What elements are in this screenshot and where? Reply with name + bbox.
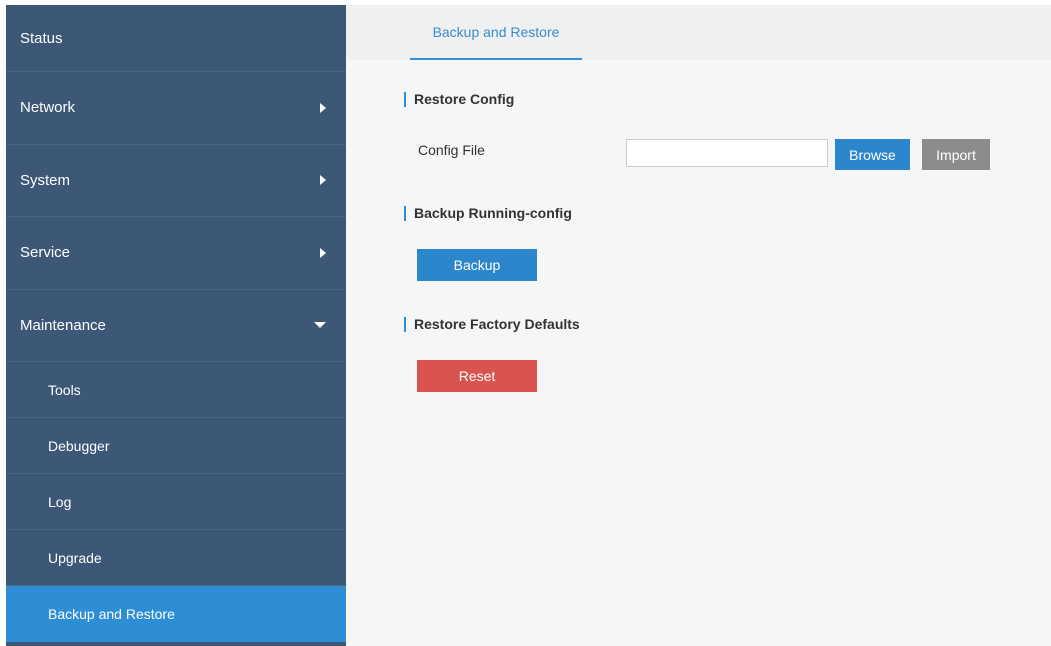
sidebar-subitem-label: Log — [48, 493, 72, 510]
chevron-right-icon — [320, 102, 326, 113]
sidebar-item-label: Status — [20, 29, 63, 47]
chevron-right-icon — [320, 247, 326, 258]
config-file-label: Config File — [418, 142, 485, 158]
sidebar-item-label: Service — [20, 244, 71, 262]
sidebar: Status Network System Service Maintenanc… — [6, 5, 346, 646]
chevron-down-icon — [314, 322, 326, 329]
sidebar-subitem-upgrade[interactable]: Upgrade — [6, 530, 346, 586]
sidebar-item-network[interactable]: Network — [6, 72, 346, 145]
sidebar-subitem-log[interactable]: Log — [6, 474, 346, 530]
sidebar-subitem-label: Backup and Restore — [48, 606, 175, 622]
sidebar-subitem-tools[interactable]: Tools — [6, 362, 346, 418]
import-button[interactable]: Import — [922, 139, 990, 170]
tab-bar: Backup and Restore — [346, 5, 1051, 60]
sidebar-item-label: System — [20, 171, 71, 189]
sidebar-item-label: Network — [20, 99, 76, 117]
tab-backup-and-restore[interactable]: Backup and Restore — [410, 5, 582, 60]
sidebar-item-maintenance[interactable]: Maintenance — [6, 290, 346, 362]
sidebar-subitem-label: Debugger — [48, 437, 110, 454]
sidebar-item-status[interactable]: Status — [6, 5, 346, 72]
sidebar-subitem-debugger[interactable]: Debugger — [6, 418, 346, 474]
main-content: Backup and Restore Restore Config Config… — [346, 5, 1051, 646]
sidebar-item-system[interactable]: System — [6, 145, 346, 217]
config-file-input[interactable] — [626, 139, 828, 167]
backup-running-config-title: Backup Running-config — [404, 206, 572, 221]
sidebar-subitem-backup-and-restore[interactable]: Backup and Restore — [6, 586, 346, 642]
tab-label: Backup and Restore — [432, 23, 560, 40]
app-window: Status Network System Service Maintenanc… — [0, 0, 1051, 646]
sidebar-item-label: Maintenance — [20, 316, 106, 334]
sidebar-subitem-label: Upgrade — [48, 549, 102, 566]
sidebar-item-service[interactable]: Service — [6, 217, 346, 290]
browse-button[interactable]: Browse — [835, 139, 910, 170]
chevron-right-icon — [320, 175, 326, 186]
reset-button[interactable]: Reset — [417, 360, 537, 392]
sidebar-subitem-label: Tools — [48, 381, 81, 398]
restore-config-title: Restore Config — [404, 92, 514, 107]
backup-button[interactable]: Backup — [417, 249, 537, 281]
restore-factory-defaults-title: Restore Factory Defaults — [404, 317, 580, 332]
